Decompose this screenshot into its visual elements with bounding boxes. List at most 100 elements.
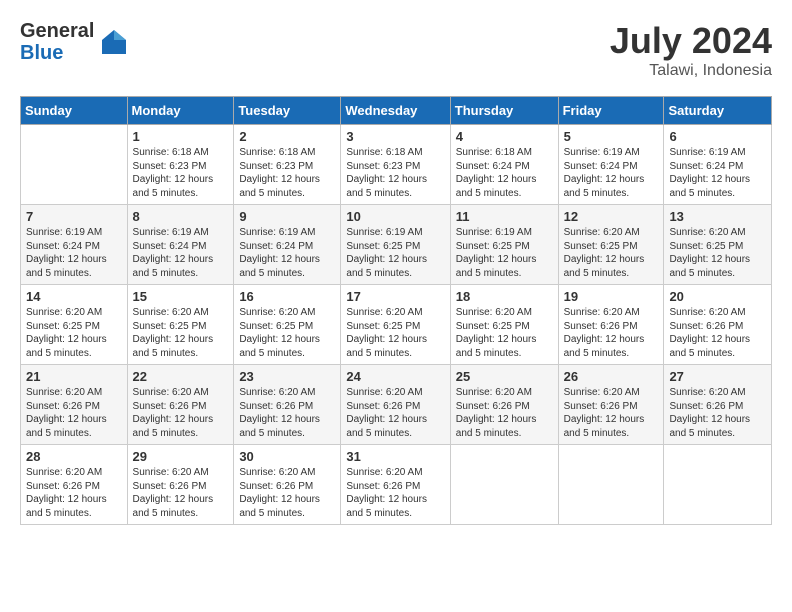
day-info: Sunrise: 6:19 AMSunset: 6:24 PMDaylight:…	[669, 146, 766, 200]
day-number: 12	[564, 209, 659, 224]
calendar-cell	[21, 125, 128, 205]
day-info: Sunrise: 6:19 AMSunset: 6:25 PMDaylight:…	[456, 226, 553, 280]
month-year: July 2024	[610, 20, 772, 62]
day-info: Sunrise: 6:20 AMSunset: 6:25 PMDaylight:…	[133, 306, 229, 360]
calendar-table: Sunday Monday Tuesday Wednesday Thursday…	[20, 96, 772, 525]
day-number: 23	[239, 369, 335, 384]
day-info: Sunrise: 6:20 AMSunset: 6:25 PMDaylight:…	[456, 306, 553, 360]
day-info: Sunrise: 6:20 AMSunset: 6:25 PMDaylight:…	[564, 226, 659, 280]
calendar-cell: 13 Sunrise: 6:20 AMSunset: 6:25 PMDayligh…	[664, 205, 772, 285]
calendar-cell: 15 Sunrise: 6:20 AMSunset: 6:25 PMDayligh…	[127, 285, 234, 365]
week-row-4: 21 Sunrise: 6:20 AMSunset: 6:26 PMDayligh…	[21, 365, 772, 445]
week-row-3: 14 Sunrise: 6:20 AMSunset: 6:25 PMDayligh…	[21, 285, 772, 365]
day-number: 4	[456, 129, 553, 144]
calendar-cell: 27Sunrise: 6:20 AMSunset: 6:26 PMDayligh…	[664, 365, 772, 445]
page-header: General Blue July 2024 Talawi, Indonesia	[20, 20, 772, 80]
calendar-cell: 24 Sunrise: 6:20 AMSunset: 6:26 PMDayligh…	[341, 365, 450, 445]
calendar-cell: 19Sunrise: 6:20 AMSunset: 6:26 PMDayligh…	[558, 285, 664, 365]
day-info: Sunrise: 6:20 AMSunset: 6:26 PMDaylight:…	[239, 386, 335, 440]
calendar-cell: 17Sunrise: 6:20 AMSunset: 6:25 PMDayligh…	[341, 285, 450, 365]
day-info: Sunrise: 6:20 AMSunset: 6:26 PMDaylight:…	[564, 306, 659, 360]
day-number: 9	[239, 209, 335, 224]
calendar-cell	[664, 445, 772, 525]
calendar-cell: 26 Sunrise: 6:20 AMSunset: 6:26 PMDayligh…	[558, 365, 664, 445]
calendar-cell: 10 Sunrise: 6:19 AMSunset: 6:25 PMDayligh…	[341, 205, 450, 285]
calendar-cell: 30Sunrise: 6:20 AMSunset: 6:26 PMDayligh…	[234, 445, 341, 525]
calendar-cell: 18 Sunrise: 6:20 AMSunset: 6:25 PMDayligh…	[450, 285, 558, 365]
calendar-cell: 28Sunrise: 6:20 AMSunset: 6:26 PMDayligh…	[21, 445, 128, 525]
day-number: 2	[239, 129, 335, 144]
day-info: Sunrise: 6:20 AMSunset: 6:26 PMDaylight:…	[346, 386, 444, 440]
day-number: 20	[669, 289, 766, 304]
day-number: 21	[26, 369, 122, 384]
calendar-cell: 21Sunrise: 6:20 AMSunset: 6:26 PMDayligh…	[21, 365, 128, 445]
day-info: Sunrise: 6:18 AMSunset: 6:24 PMDaylight:…	[456, 146, 553, 200]
day-number: 10	[346, 209, 444, 224]
week-row-1: 1 Sunrise: 6:18 AMSunset: 6:23 PMDaylight…	[21, 125, 772, 205]
calendar-cell	[450, 445, 558, 525]
day-info: Sunrise: 6:20 AMSunset: 6:26 PMDaylight:…	[133, 386, 229, 440]
header-row: Sunday Monday Tuesday Wednesday Thursday…	[21, 97, 772, 125]
col-monday: Monday	[127, 97, 234, 125]
day-number: 15	[133, 289, 229, 304]
day-number: 17	[346, 289, 444, 304]
day-info: Sunrise: 6:19 AMSunset: 6:24 PMDaylight:…	[133, 226, 229, 280]
calendar-cell: 8Sunrise: 6:19 AMSunset: 6:24 PMDaylight…	[127, 205, 234, 285]
calendar-cell: 31 Sunrise: 6:20 AMSunset: 6:26 PMDayligh…	[341, 445, 450, 525]
day-info: Sunrise: 6:18 AMSunset: 6:23 PMDaylight:…	[346, 146, 444, 200]
day-number: 27	[669, 369, 766, 384]
day-info: Sunrise: 6:19 AMSunset: 6:25 PMDaylight:…	[346, 226, 444, 280]
logo-general: General	[20, 20, 94, 42]
week-row-2: 7 Sunrise: 6:19 AMSunset: 6:24 PMDaylight…	[21, 205, 772, 285]
day-info: Sunrise: 6:20 AMSunset: 6:26 PMDaylight:…	[564, 386, 659, 440]
calendar-cell: 16Sunrise: 6:20 AMSunset: 6:25 PMDayligh…	[234, 285, 341, 365]
col-tuesday: Tuesday	[234, 97, 341, 125]
title-block: July 2024 Talawi, Indonesia	[610, 20, 772, 80]
calendar-cell: 3 Sunrise: 6:18 AMSunset: 6:23 PMDaylight…	[341, 125, 450, 205]
day-number: 30	[239, 449, 335, 464]
calendar-cell: 7Sunrise: 6:19 AMSunset: 6:24 PMDaylight…	[21, 205, 128, 285]
calendar-cell: 6 Sunrise: 6:19 AMSunset: 6:24 PMDaylight…	[664, 125, 772, 205]
week-row-5: 28 Sunrise: 6:20 AMSunset: 6:26 PMDayligh…	[21, 445, 772, 525]
day-info: Sunrise: 6:19 AMSunset: 6:24 PMDaylight:…	[564, 146, 659, 200]
day-number: 7	[26, 209, 122, 224]
calendar-cell: 11Sunrise: 6:19 AMSunset: 6:25 PMDayligh…	[450, 205, 558, 285]
day-number: 31	[346, 449, 444, 464]
day-number: 26	[564, 369, 659, 384]
col-friday: Friday	[558, 97, 664, 125]
day-info: Sunrise: 6:18 AMSunset: 6:23 PMDaylight:…	[239, 146, 335, 200]
calendar-cell	[558, 445, 664, 525]
day-number: 28	[26, 449, 122, 464]
day-number: 6	[669, 129, 766, 144]
col-saturday: Saturday	[664, 97, 772, 125]
calendar-cell: 20 Sunrise: 6:20 AMSunset: 6:26 PMDayligh…	[664, 285, 772, 365]
day-info: Sunrise: 6:20 AMSunset: 6:26 PMDaylight:…	[669, 306, 766, 360]
logo-icon	[98, 26, 130, 58]
day-number: 22	[133, 369, 229, 384]
location: Talawi, Indonesia	[610, 62, 772, 80]
calendar-cell: 23 Sunrise: 6:20 AMSunset: 6:26 PMDayligh…	[234, 365, 341, 445]
calendar-cell: 2 Sunrise: 6:18 AMSunset: 6:23 PMDaylight…	[234, 125, 341, 205]
calendar-cell: 9Sunrise: 6:19 AMSunset: 6:24 PMDaylight…	[234, 205, 341, 285]
day-number: 13	[669, 209, 766, 224]
calendar-cell: 1 Sunrise: 6:18 AMSunset: 6:23 PMDaylight…	[127, 125, 234, 205]
day-info: Sunrise: 6:20 AMSunset: 6:26 PMDaylight:…	[346, 466, 444, 520]
day-info: Sunrise: 6:20 AMSunset: 6:26 PMDaylight:…	[456, 386, 553, 440]
day-number: 18	[456, 289, 553, 304]
day-info: Sunrise: 6:20 AMSunset: 6:25 PMDaylight:…	[669, 226, 766, 280]
day-info: Sunrise: 6:18 AMSunset: 6:23 PMDaylight:…	[133, 146, 229, 200]
day-info: Sunrise: 6:20 AMSunset: 6:25 PMDaylight:…	[239, 306, 335, 360]
day-number: 14	[26, 289, 122, 304]
day-number: 24	[346, 369, 444, 384]
logo-blue: Blue	[20, 42, 94, 64]
day-number: 3	[346, 129, 444, 144]
day-number: 5	[564, 129, 659, 144]
day-number: 25	[456, 369, 553, 384]
col-wednesday: Wednesday	[341, 97, 450, 125]
day-number: 1	[133, 129, 229, 144]
day-number: 29	[133, 449, 229, 464]
day-info: Sunrise: 6:20 AMSunset: 6:25 PMDaylight:…	[26, 306, 122, 360]
calendar-cell: 22 Sunrise: 6:20 AMSunset: 6:26 PMDayligh…	[127, 365, 234, 445]
col-sunday: Sunday	[21, 97, 128, 125]
calendar-cell: 14 Sunrise: 6:20 AMSunset: 6:25 PMDayligh…	[21, 285, 128, 365]
